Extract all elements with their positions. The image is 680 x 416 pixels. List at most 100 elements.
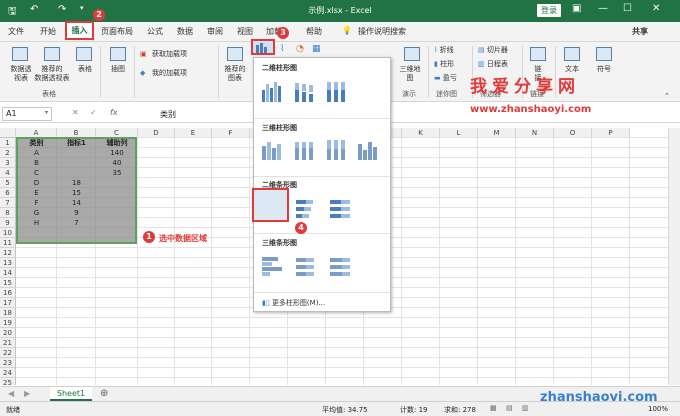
- 3d-stacked-column-icon[interactable]: [292, 138, 316, 162]
- stacked-bar-icon[interactable]: [294, 196, 318, 220]
- 100-stacked-column-icon[interactable]: [324, 80, 348, 104]
- table-header-cell[interactable]: 辅助列: [96, 138, 138, 148]
- table-button[interactable]: 表格: [72, 65, 98, 74]
- tab-home[interactable]: 开始: [40, 26, 56, 37]
- table-cell[interactable]: F: [16, 198, 57, 208]
- row-header[interactable]: 11: [0, 238, 16, 248]
- recommended-pivot-icon[interactable]: [44, 47, 60, 61]
- sparkline-line-button[interactable]: ⌇ 折线: [434, 46, 454, 55]
- next-sheet-icon[interactable]: ▶: [24, 389, 30, 398]
- sparkline-winloss-button[interactable]: ▬ 盈亏: [434, 74, 457, 83]
- tab-file[interactable]: 文件: [8, 26, 24, 37]
- illustrations-icon[interactable]: [110, 47, 126, 61]
- 3d-100-stacked-bar-icon[interactable]: [328, 254, 352, 278]
- formula-input[interactable]: 类别: [160, 109, 176, 120]
- table-cell[interactable]: 9: [57, 208, 96, 218]
- row-header[interactable]: 10: [0, 228, 16, 238]
- row-header[interactable]: 12: [0, 248, 16, 258]
- table-cell[interactable]: 18: [57, 178, 96, 188]
- tab-insert[interactable]: 插入: [65, 21, 94, 40]
- timeline-button[interactable]: ▥ 日程表: [478, 60, 508, 69]
- table-icon[interactable]: [76, 47, 92, 61]
- row-header[interactable]: 6: [0, 188, 16, 198]
- link-icon[interactable]: [530, 47, 546, 61]
- line-chart-icon[interactable]: ⌇: [280, 45, 284, 54]
- select-all-corner[interactable]: [0, 128, 16, 138]
- row-header[interactable]: 9: [0, 218, 16, 228]
- table-cell[interactable]: [96, 188, 138, 198]
- add-sheet-icon[interactable]: ⊕: [100, 388, 108, 399]
- 100-stacked-bar-icon[interactable]: [328, 196, 352, 220]
- pie-chart-icon[interactable]: ◔: [296, 45, 304, 54]
- minimize-icon[interactable]: —: [598, 3, 608, 14]
- table-header-cell[interactable]: 指标1: [57, 138, 96, 148]
- page-break-view-icon[interactable]: ▥: [522, 404, 529, 412]
- tab-formulas[interactable]: 公式: [147, 26, 163, 37]
- hierarchy-chart-icon[interactable]: ▦: [312, 45, 321, 54]
- sheet-tab-sheet1[interactable]: Sheet1: [50, 387, 92, 401]
- table-header-cell[interactable]: 类别: [16, 138, 57, 148]
- table-cell[interactable]: C: [16, 168, 57, 178]
- table-cell[interactable]: 40: [96, 158, 138, 168]
- zoom-level[interactable]: 100%: [648, 405, 668, 413]
- illustrations-button[interactable]: 插图: [104, 65, 132, 74]
- row-header[interactable]: 19: [0, 318, 16, 328]
- page-layout-view-icon[interactable]: ▤: [506, 404, 513, 412]
- row-header[interactable]: 13: [0, 258, 16, 268]
- table-cell[interactable]: D: [16, 178, 57, 188]
- row-header[interactable]: 14: [0, 268, 16, 278]
- row-header[interactable]: 15: [0, 278, 16, 288]
- table-cell[interactable]: G: [16, 208, 57, 218]
- 3d-100-stacked-column-icon[interactable]: [324, 138, 348, 162]
- tab-data[interactable]: 数据: [177, 26, 193, 37]
- tab-view[interactable]: 视图: [237, 26, 253, 37]
- share-button[interactable]: 共享: [632, 26, 648, 37]
- table-cell[interactable]: H: [16, 218, 57, 228]
- name-box-dropdown-icon[interactable]: ▾: [45, 109, 48, 116]
- recommended-pivot-button[interactable]: 推荐的 数据透视表: [30, 65, 74, 83]
- enter-icon[interactable]: ✓: [90, 108, 97, 117]
- sparkline-column-button[interactable]: ▮ 柱形: [434, 60, 454, 69]
- ribbon-display-icon[interactable]: ▣: [572, 3, 581, 14]
- prev-sheet-icon[interactable]: ◀: [8, 389, 14, 398]
- tell-me-search[interactable]: 操作说明搜索: [358, 26, 406, 37]
- table-cell[interactable]: [96, 178, 138, 188]
- maximize-icon[interactable]: ☐: [623, 3, 632, 14]
- row-header[interactable]: 22: [0, 348, 16, 358]
- table-cell[interactable]: [96, 198, 138, 208]
- table-cell[interactable]: [57, 158, 96, 168]
- tab-review[interactable]: 审阅: [207, 26, 223, 37]
- table-cell[interactable]: 14: [57, 198, 96, 208]
- row-header[interactable]: 17: [0, 298, 16, 308]
- insert-function-icon[interactable]: fx: [110, 108, 118, 117]
- cancel-icon[interactable]: ✕: [72, 108, 79, 117]
- table-cell[interactable]: [96, 218, 138, 228]
- vertical-scrollbar[interactable]: [668, 128, 680, 385]
- row-header[interactable]: 8: [0, 208, 16, 218]
- collapse-ribbon-icon[interactable]: ⌃: [664, 92, 670, 101]
- slicer-button[interactable]: ▤ 切片器: [478, 46, 508, 55]
- row-header[interactable]: 24: [0, 368, 16, 378]
- tab-page-layout[interactable]: 页面布局: [101, 26, 133, 37]
- text-icon[interactable]: [564, 47, 580, 61]
- clustered-column-icon[interactable]: [260, 80, 284, 104]
- 3d-clustered-column-icon[interactable]: [260, 138, 284, 162]
- table-cell[interactable]: 7: [57, 218, 96, 228]
- row-header[interactable]: 2: [0, 148, 16, 158]
- table-cell[interactable]: [96, 208, 138, 218]
- login-button[interactable]: 登录: [537, 4, 561, 17]
- row-header[interactable]: 3: [0, 158, 16, 168]
- symbols-button[interactable]: 符号: [590, 65, 618, 74]
- table-cell[interactable]: 15: [57, 188, 96, 198]
- 3d-stacked-bar-icon[interactable]: [294, 254, 318, 278]
- row-header[interactable]: 25: [0, 378, 16, 385]
- table-cell[interactable]: 140: [96, 148, 138, 158]
- table-cell[interactable]: B: [16, 158, 57, 168]
- row-header[interactable]: 23: [0, 358, 16, 368]
- normal-view-icon[interactable]: ▦: [490, 404, 497, 412]
- row-header[interactable]: 7: [0, 198, 16, 208]
- table-cell[interactable]: A: [16, 148, 57, 158]
- table-cell[interactable]: [57, 148, 96, 158]
- my-addins-button[interactable]: 我的加载项: [152, 69, 187, 78]
- row-header[interactable]: 4: [0, 168, 16, 178]
